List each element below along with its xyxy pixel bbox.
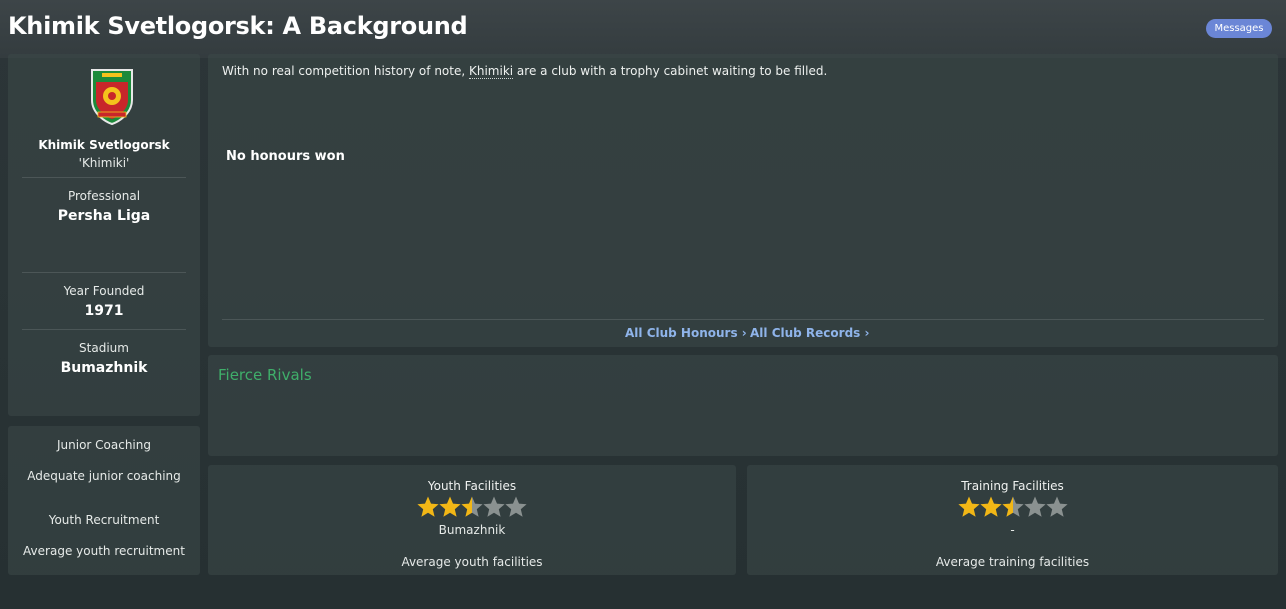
intro-text-after: are a club with a trophy cabinet waiting… <box>513 64 828 78</box>
junior-coaching-value: Adequate junior coaching <box>27 469 181 483</box>
stadium-label: Stadium <box>79 341 129 355</box>
club-nickname: 'Khimiki' <box>78 156 130 170</box>
star-icon <box>1023 496 1046 517</box>
page-title: Khimik Svetlogorsk: A Background <box>8 12 468 40</box>
history-intro: With no real competition history of note… <box>222 64 828 79</box>
star-icon <box>1045 496 1068 517</box>
training-facilities-title: Training Facilities <box>961 479 1064 493</box>
club-status: Professional <box>67 189 141 203</box>
youth-facilities-description: Average youth facilities <box>401 555 543 569</box>
year-founded-value: 1971 <box>84 303 124 319</box>
fierce-rivals-title: Fierce Rivals <box>218 366 312 384</box>
junior-coaching-label: Junior Coaching <box>56 438 151 452</box>
star-icon <box>439 496 461 517</box>
divider <box>22 177 186 178</box>
star-icon <box>1001 496 1024 517</box>
history-panel: With no real competition history of note… <box>208 54 1278 347</box>
coaching-panel: Junior Coaching Adequate junior coaching… <box>8 426 200 575</box>
training-facilities-ground: - <box>1010 523 1015 537</box>
star-icon <box>417 496 439 517</box>
star-icon <box>979 496 1002 517</box>
club-league[interactable]: Persha Liga <box>8 208 200 224</box>
messages-button[interactable]: Messages <box>1206 19 1272 38</box>
club-info-panel: Khimik Svetlogorsk 'Khimiki' Professiona… <box>8 54 200 416</box>
youth-facilities-title: Youth Facilities <box>427 479 517 493</box>
star-icon <box>483 496 505 517</box>
divider <box>22 272 186 273</box>
training-facilities-rating <box>747 495 1278 519</box>
divider <box>222 319 1264 320</box>
year-founded-label: Year Founded <box>63 284 145 298</box>
rivals-panel: Fierce Rivals <box>208 355 1278 456</box>
no-honours-text: No honours won <box>226 149 345 164</box>
all-club-honours-link[interactable]: All Club Honours › <box>625 326 747 340</box>
star-icon <box>461 496 483 517</box>
star-icon <box>957 496 980 517</box>
youth-recruitment-label: Youth Recruitment <box>48 513 160 527</box>
youth-facilities-panel: Youth Facilities Bumazhnik Average youth… <box>208 465 736 575</box>
youth-facilities-ground: Bumazhnik <box>438 523 506 537</box>
stadium-value[interactable]: Bumazhnik <box>8 360 200 376</box>
club-name: Khimik Svetlogorsk <box>38 138 170 152</box>
training-facilities-panel: Training Facilities - Average training f… <box>747 465 1278 575</box>
training-facilities-description: Average training facilities <box>935 555 1090 569</box>
intro-text-before: With no real competition history of note… <box>222 64 469 78</box>
youth-recruitment-value: Average youth recruitment <box>23 544 185 558</box>
nickname-link[interactable]: Khimiki <box>468 64 514 79</box>
youth-facilities-rating <box>208 495 736 519</box>
star-icon <box>505 496 527 517</box>
all-club-records-link[interactable]: All Club Records › <box>750 326 869 340</box>
club-crest-icon <box>91 69 133 126</box>
divider <box>22 329 186 330</box>
